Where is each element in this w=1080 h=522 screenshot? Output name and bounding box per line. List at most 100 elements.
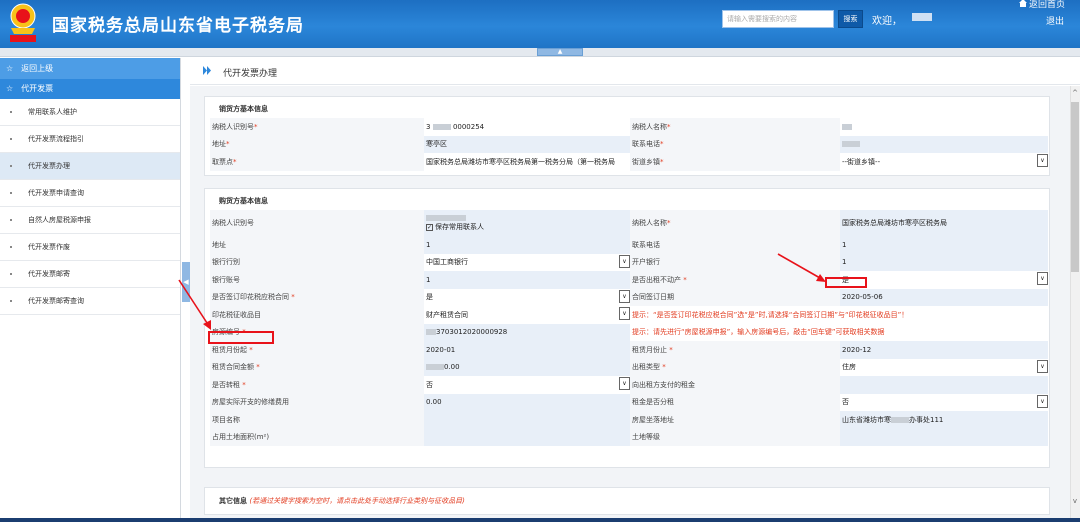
bank-type-select[interactable]: 中国工商银行 ∨ <box>424 253 630 271</box>
sidebar-section-header[interactable]: ☆ 代开发票 <box>0 79 180 99</box>
sidebar-item-house-declare[interactable]: 自然人房屋税源申报 <box>0 207 180 234</box>
rent-end-field[interactable]: 2020-12 <box>840 341 1048 359</box>
sidebar-item-mail[interactable]: 代开发票邮寄 <box>0 261 180 288</box>
rent-type-select[interactable]: 住房 ∨ <box>840 358 1048 376</box>
rent-property-select[interactable]: 是 ∨ <box>840 271 1048 289</box>
bank-account-label: 银行账号 <box>210 271 424 289</box>
collapse-header-handle[interactable]: ▲ <box>537 48 583 56</box>
bullet-icon <box>10 246 12 248</box>
house-location-label: 房屋坐落地址 <box>630 411 840 429</box>
buyer-phone-field[interactable]: 1 <box>840 236 1048 254</box>
redacted-text <box>426 215 466 221</box>
repair-cost-field[interactable]: 0.00 <box>424 393 630 411</box>
repair-cost-label: 房屋实际开支的修缮费用 <box>210 393 424 411</box>
sidebar-item-apply-query[interactable]: 代开发票申请查询 <box>0 180 180 207</box>
sidebar-item-label: 代开发票作废 <box>28 243 70 251</box>
seller-phone-field[interactable] <box>840 135 1048 153</box>
land-grade-field[interactable] <box>840 428 1048 446</box>
chevron-down-icon[interactable]: ∨ <box>1037 394 1048 408</box>
rent-amount-label: 租赁合同金额 * <box>210 358 424 376</box>
scroll-down-icon[interactable]: v <box>1071 496 1079 506</box>
home-icon <box>1019 0 1027 7</box>
seller-address-field[interactable]: 寒亭区 <box>424 135 630 153</box>
street-label: 街道乡镇* <box>630 153 840 171</box>
redacted-text <box>426 329 436 336</box>
open-bank-field[interactable]: 1 <box>840 253 1048 271</box>
other-section: 其它信息 (若通过关键字搜索为空时，请点击此处手动选择行业类别与征收品目) <box>204 487 1050 515</box>
rent-amount-field[interactable]: 0.00 <box>424 358 630 376</box>
scroll-up-icon[interactable]: ^ <box>1071 88 1079 98</box>
pickup-point-select[interactable]: 国家税务总局潍坊市寒亭区税务局第一税务分局（第一税务局 <box>424 153 630 171</box>
sidebar-item-label: 常用联系人维护 <box>28 108 77 116</box>
chevron-down-icon[interactable]: ∨ <box>619 289 630 303</box>
search-input[interactable]: 请输入需要搜索的内容 <box>722 10 834 28</box>
split-rent-select[interactable]: 否 ∨ <box>840 393 1048 411</box>
red-arrow-icon <box>178 279 211 330</box>
bullet-icon <box>10 300 12 302</box>
other-section-note[interactable]: (若通过关键字搜索为空时，请点击此处手动选择行业类别与征收品目) <box>249 497 464 505</box>
buyer-phone-label: 联系电话 <box>630 236 840 254</box>
chevron-down-icon[interactable]: ∨ <box>619 307 630 320</box>
double-arrow-icon <box>203 66 211 75</box>
redacted-text <box>842 123 852 130</box>
logout-link[interactable]: 退出 <box>1046 14 1064 27</box>
star-icon: ☆ <box>6 64 14 73</box>
other-section-title[interactable]: 其它信息 (若通过关键字搜索为空时，请点击此处手动选择行业类别与征收品目) <box>219 496 465 506</box>
sublet-label: 是否转租 * <box>210 376 424 394</box>
chevron-down-icon[interactable]: ∨ <box>1037 154 1048 167</box>
red-arrow-icon <box>777 253 826 282</box>
project-name-field[interactable] <box>424 411 630 429</box>
street-select[interactable]: --街道乡镇-- ∨ <box>840 153 1048 171</box>
seller-name-field <box>840 118 1048 136</box>
seller-section-title: 销货方基本信息 <box>219 105 268 113</box>
land-area-label: 占用土地面积(m²) <box>210 428 424 446</box>
chevron-up-icon: ▲ <box>557 48 563 55</box>
scrollbar-thumb[interactable] <box>1071 102 1079 272</box>
page-title: 代开发票办理 <box>223 69 278 79</box>
chevron-down-icon[interactable]: ∨ <box>1037 359 1048 373</box>
sidebar-item-contacts[interactable]: 常用联系人维护 <box>0 99 180 126</box>
buyer-name-field[interactable]: 国家税务总局潍坊市寒亭区税务局 <box>840 210 1048 236</box>
bullet-icon <box>10 219 12 221</box>
sidebar-item-invoice-process[interactable]: 代开发票办理 <box>0 153 180 180</box>
house-location-field[interactable]: 山东省潍坊市寒 办事处111 <box>840 411 1048 429</box>
star-icon: ☆ <box>6 84 14 93</box>
sublet-select[interactable]: 否 ∨ <box>424 376 630 394</box>
pickup-point-label: 取票点* <box>210 153 424 171</box>
bullet-icon <box>10 138 12 140</box>
sidebar-item-label: 代开发票邮寄查询 <box>28 297 84 305</box>
contract-date-field[interactable]: 2020-05-06 <box>840 288 1048 306</box>
sidebar-item-void[interactable]: 代开发票作废 <box>0 234 180 261</box>
sidebar: ☆ 返回上级 ☆ 代开发票 常用联系人维护 代开发票流程指引 代开发票办理 代开发票… <box>0 58 181 522</box>
stamp-item-label: 印花税征收品目 <box>210 306 424 324</box>
house-no-field[interactable]: 3703012020000928 <box>424 323 630 341</box>
stamp-contract-select[interactable]: 是 ∨ <box>424 288 630 306</box>
sidebar-item-guide[interactable]: 代开发票流程指引 <box>0 126 180 153</box>
sidebar-item-label: 代开发票申请查询 <box>28 189 84 197</box>
stamp-hint: 提示：“是否签订印花税应税合同”选“是”时,请选择“合同签订日期”与“印花税征收… <box>630 306 1048 324</box>
sidebar-item-mail-query[interactable]: 代开发票邮寄查询 <box>0 288 180 315</box>
rent-start-field[interactable]: 2020-01 <box>424 341 630 359</box>
sidebar-item-label: 代开发票流程指引 <box>28 135 84 143</box>
chevron-down-icon[interactable]: ∨ <box>619 377 630 390</box>
sidebar-back-label: 返回上级 <box>21 64 54 73</box>
chevron-down-icon[interactable]: ∨ <box>1037 272 1048 285</box>
sidebar-section-label: 代开发票 <box>21 84 54 93</box>
bullet-icon <box>10 192 12 194</box>
buyer-taxpayer-id-field[interactable]: ✓ 保存常用联系人 <box>424 210 630 236</box>
bank-account-field[interactable]: 1 <box>424 271 630 289</box>
top-header: 国家税务总局山东省电子税务局 请输入需要搜索的内容 搜索 欢迎， 返回首页 退出 <box>0 0 1080 48</box>
buyer-address-field[interactable]: 1 <box>424 236 630 254</box>
sidebar-back[interactable]: ☆ 返回上级 <box>0 58 180 79</box>
stamp-item-select[interactable]: 财产租赁合同 ∨ <box>424 306 630 324</box>
search-button[interactable]: 搜索 <box>838 10 863 28</box>
save-contact-checkbox[interactable]: ✓ <box>426 223 433 231</box>
stamp-contract-label: 是否签订印花税应税合同 * <box>210 288 424 306</box>
land-area-field[interactable] <box>424 428 630 446</box>
buyer-table: 纳税人识别号 ✓ 保存常用联系人 纳税人名称* 国家税务总局潍坊市寒亭区税务局 地… <box>210 210 1048 446</box>
chevron-down-icon[interactable]: ∨ <box>619 254 630 268</box>
home-link[interactable]: 返回首页 <box>1019 0 1065 10</box>
paid-rent-field[interactable] <box>840 376 1048 394</box>
rent-type-label: 出租类型 * <box>630 358 840 376</box>
redacted-text <box>432 123 451 130</box>
